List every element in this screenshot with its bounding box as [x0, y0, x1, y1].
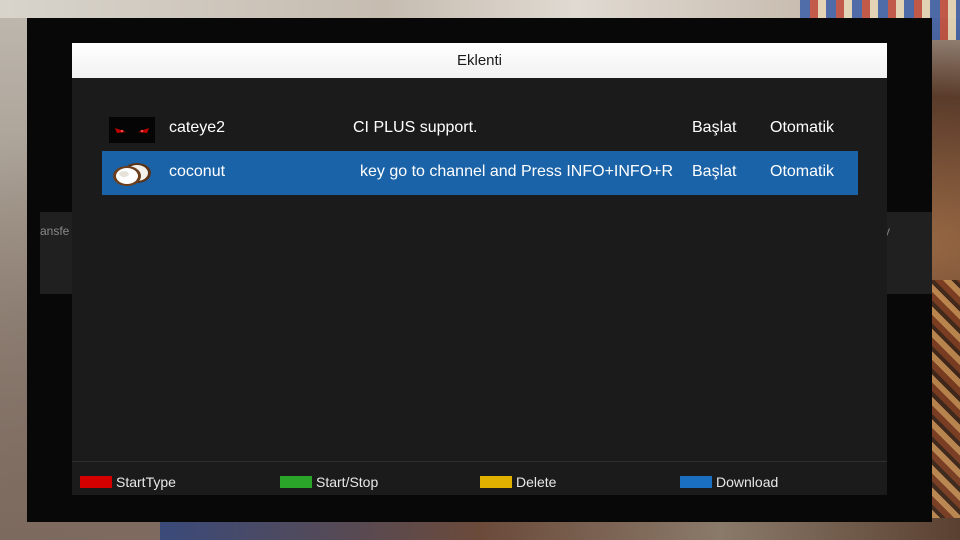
plugin-list[interactable]: cateye2 CI PLUS support. Başlat Otomatik…	[102, 107, 858, 195]
red-key-label: StartType	[116, 474, 176, 490]
red-key-icon	[80, 476, 112, 488]
plugin-row-coconut[interactable]: coconut key go to channel and Press INFO…	[102, 151, 858, 195]
blue-key-label: Download	[716, 474, 779, 490]
blue-key-icon	[680, 476, 712, 488]
plugin-row-cateye2[interactable]: cateye2 CI PLUS support. Başlat Otomatik	[102, 107, 858, 151]
yellow-key-icon	[480, 476, 512, 488]
green-key-icon	[280, 476, 312, 488]
green-key-label: Start/Stop	[316, 474, 379, 490]
window-title: Eklenti	[72, 43, 887, 78]
plugin-name: cateye2	[169, 119, 226, 136]
color-key-bar: StartType Start/Stop Delete Download	[72, 461, 887, 496]
plugin-start-type: Otomatik	[770, 163, 835, 180]
blue-key-download[interactable]: Download	[680, 474, 778, 490]
plugin-start-type: Otomatik	[770, 119, 835, 136]
plugin-browser-panel: Eklenti cateye2 CI PLUS support. Başlat …	[72, 43, 887, 495]
coconut-icon	[109, 161, 155, 187]
plugin-name: coconut	[169, 163, 226, 180]
underlying-text-left: ansfe	[40, 224, 70, 238]
plugin-status: Başlat	[692, 163, 737, 180]
yellow-key-label: Delete	[516, 474, 557, 490]
plugin-description: key go to channel and Press INFO+INFO+R	[360, 163, 674, 180]
yellow-key-delete[interactable]: Delete	[480, 474, 556, 490]
cateye-icon	[109, 117, 155, 143]
green-key-start-stop[interactable]: Start/Stop	[280, 474, 378, 490]
plugin-status: Başlat	[692, 119, 737, 136]
plugin-description: CI PLUS support.	[353, 119, 478, 136]
red-key-starttype[interactable]: StartType	[80, 474, 176, 490]
